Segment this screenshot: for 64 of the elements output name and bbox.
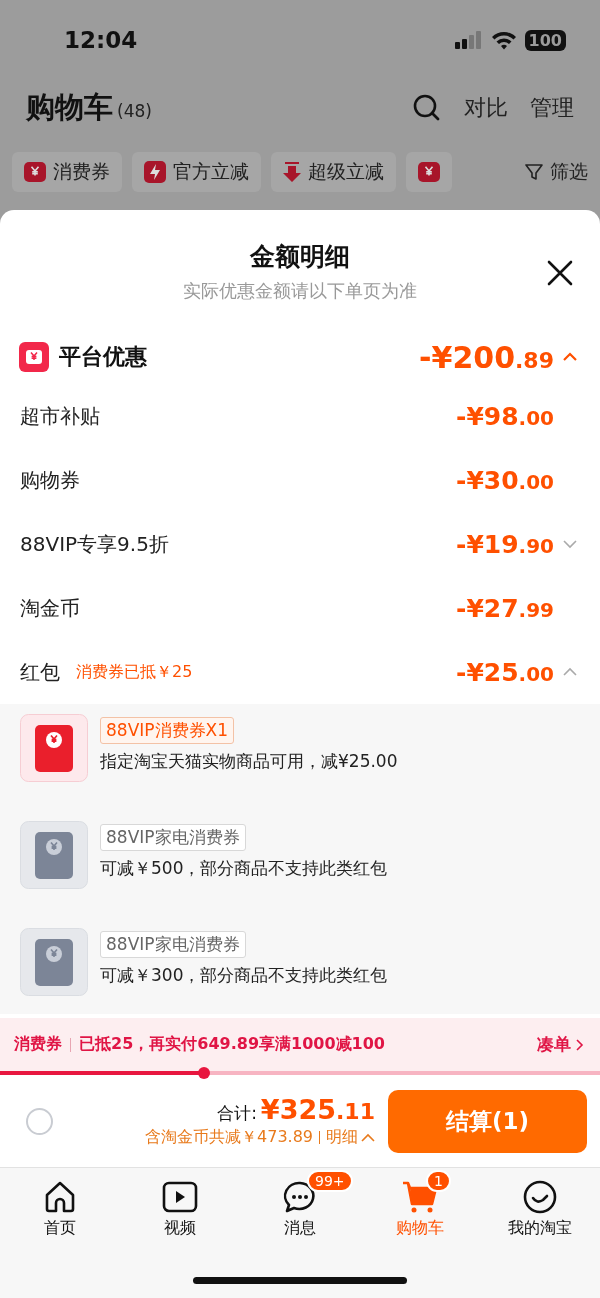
home-icon — [43, 1180, 77, 1214]
coupon-icon — [418, 161, 440, 183]
discount-amount: -¥25.00 — [456, 657, 554, 687]
status-time: 12:04 — [64, 27, 138, 53]
down-arrow-icon — [283, 161, 301, 183]
search-icon[interactable] — [412, 93, 442, 123]
coupon-icon — [24, 161, 46, 183]
filter-chip[interactable]: 消费券 — [12, 152, 122, 192]
header-action[interactable]: 管理 — [530, 93, 574, 123]
discount-amount: -¥30.00 — [456, 465, 554, 495]
tab-item[interactable]: 首页 — [0, 1168, 120, 1239]
select-all-radio[interactable] — [26, 1107, 53, 1135]
savings-text: 含淘金币共减￥473.89 — [145, 1127, 313, 1148]
coupon-description: 可减￥300，部分商品不支持此类红包 — [100, 964, 388, 987]
notification-badge: 99+ — [307, 1170, 353, 1192]
coupon-description: 可减￥500，部分商品不支持此类红包 — [100, 857, 388, 880]
discount-label: 淘金币 — [20, 594, 80, 622]
tab-item[interactable]: 99+ 消息 — [240, 1168, 360, 1239]
battery-indicator: 100 — [524, 29, 566, 51]
notification-badge: 1 — [426, 1170, 451, 1192]
signal-icon — [454, 31, 483, 49]
filter-chip[interactable] — [406, 152, 452, 192]
chevron-up-icon[interactable] — [562, 352, 578, 362]
total-amount: ¥325.11 — [260, 1094, 375, 1125]
sheet-title: 金额明细 — [249, 241, 351, 273]
coupon-tag: 88VIP家电消费券 — [100, 931, 246, 958]
discount-label: 红包 — [20, 658, 60, 686]
close-icon[interactable] — [547, 260, 573, 286]
chevron-right-icon — [576, 1038, 584, 1051]
chevron-down-icon[interactable] — [562, 539, 578, 549]
filter-button[interactable]: 筛选 — [524, 159, 588, 185]
smiley-icon — [523, 1180, 557, 1214]
video-play-icon — [162, 1180, 198, 1214]
discount-amount: -¥200.89 — [419, 339, 554, 375]
sheet-subtitle: 实际优惠金额请以下单页为准 — [182, 279, 418, 303]
chat-bubble-icon — [283, 1180, 317, 1214]
page-title: 购物车 — [26, 89, 113, 126]
coupon-description: 指定淘宝天猫实物商品可用，减¥25.00 — [100, 750, 398, 773]
coupon-icon — [19, 342, 49, 372]
tab-item[interactable]: 视频 — [120, 1168, 240, 1239]
discount-label: 购物券 — [20, 466, 80, 494]
discount-amount: -¥27.99 — [456, 593, 554, 623]
discount-amount: -¥19.90 — [456, 529, 554, 559]
discount-amount: -¥98.00 — [456, 401, 554, 431]
discount-note: 消费券已抵￥25 — [76, 661, 193, 683]
chevron-up-icon[interactable] — [562, 667, 578, 677]
coupon-bar-message: 已抵25，再实付649.89享满1000减100 — [79, 1034, 385, 1055]
wifi-icon — [490, 30, 517, 50]
chevron-up-icon — [361, 1133, 375, 1142]
funnel-icon — [524, 162, 544, 182]
summary-label: 平台优惠 — [59, 343, 147, 371]
tab-item[interactable]: 我的淘宝 — [480, 1168, 600, 1239]
lightning-icon — [144, 161, 166, 183]
add-items-link[interactable]: 凑单 — [537, 1033, 584, 1056]
filter-chip[interactable]: 官方立减 — [132, 152, 261, 192]
discount-label: 超市补贴 — [20, 402, 100, 430]
header-action[interactable]: 对比 — [464, 93, 508, 123]
coupon-tag: 88VIP家电消费券 — [100, 824, 246, 851]
item-count: (48) — [117, 101, 152, 121]
coupon-bar-label: 消费券 — [14, 1034, 62, 1055]
filter-chip[interactable]: 超级立减 — [271, 152, 396, 192]
total-label: 合计: — [217, 1102, 257, 1125]
discount-label: 88VIP专享9.5折 — [20, 530, 169, 558]
coupon-tag: 88VIP消费券X1 — [100, 717, 234, 744]
